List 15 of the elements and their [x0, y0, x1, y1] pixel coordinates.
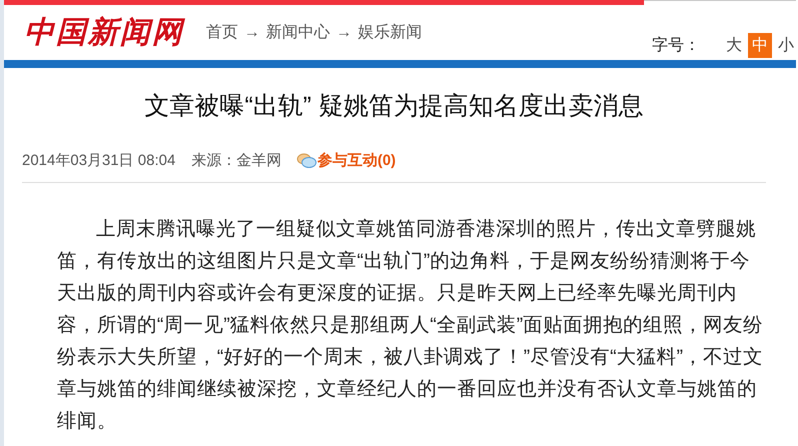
font-size-option[interactable]: 小: [776, 33, 796, 58]
breadcrumb-link[interactable]: 新闻中心: [266, 20, 330, 44]
font-size-option[interactable]: 大: [724, 33, 744, 58]
speech-bubbles-icon: [297, 152, 318, 169]
article-body: 上周末腾讯曝光了一组疑似文章姚笛同游香港深圳的照片，传出文章劈腿姚笛，有传放出的这组图片只是文章“出轨门”的边角料，于是网友纷纷猜测将于今天出版的周刊内容或许会有更深度的证据。只是昨天网上已经率先曝光周刊内容，所谓的“周一见”猛料依然只是那组两人“全副武装”面贴面拥抱的组照，网友纷纷表示大失所望，“好好的一个周末，被八卦调戏了！”尽管没有“大猛料”，不过文章与姚笛的绯闻继续被深挖，文章经纪人的一番回应也并没有否认文章与姚笛的绯闻。: [56, 217, 764, 434]
font-size-label: 字号：: [652, 36, 700, 56]
breadcrumb-link[interactable]: 首页: [206, 20, 238, 44]
comments-link[interactable]: 参与互动(0): [297, 150, 396, 172]
publish-date: 2014年03月31日 08:04: [22, 150, 176, 170]
breadcrumb-link[interactable]: 娱乐新闻: [358, 20, 422, 44]
site-logo[interactable]: 中国新闻网: [24, 18, 184, 48]
breadcrumb-separator: →: [244, 22, 260, 42]
article-source: 来源：金羊网: [191, 150, 282, 170]
breadcrumb-separator: →: [336, 22, 352, 42]
article-title: 文章被曝“出轨” 疑姚笛为提高知名度出卖消息: [144, 91, 644, 122]
